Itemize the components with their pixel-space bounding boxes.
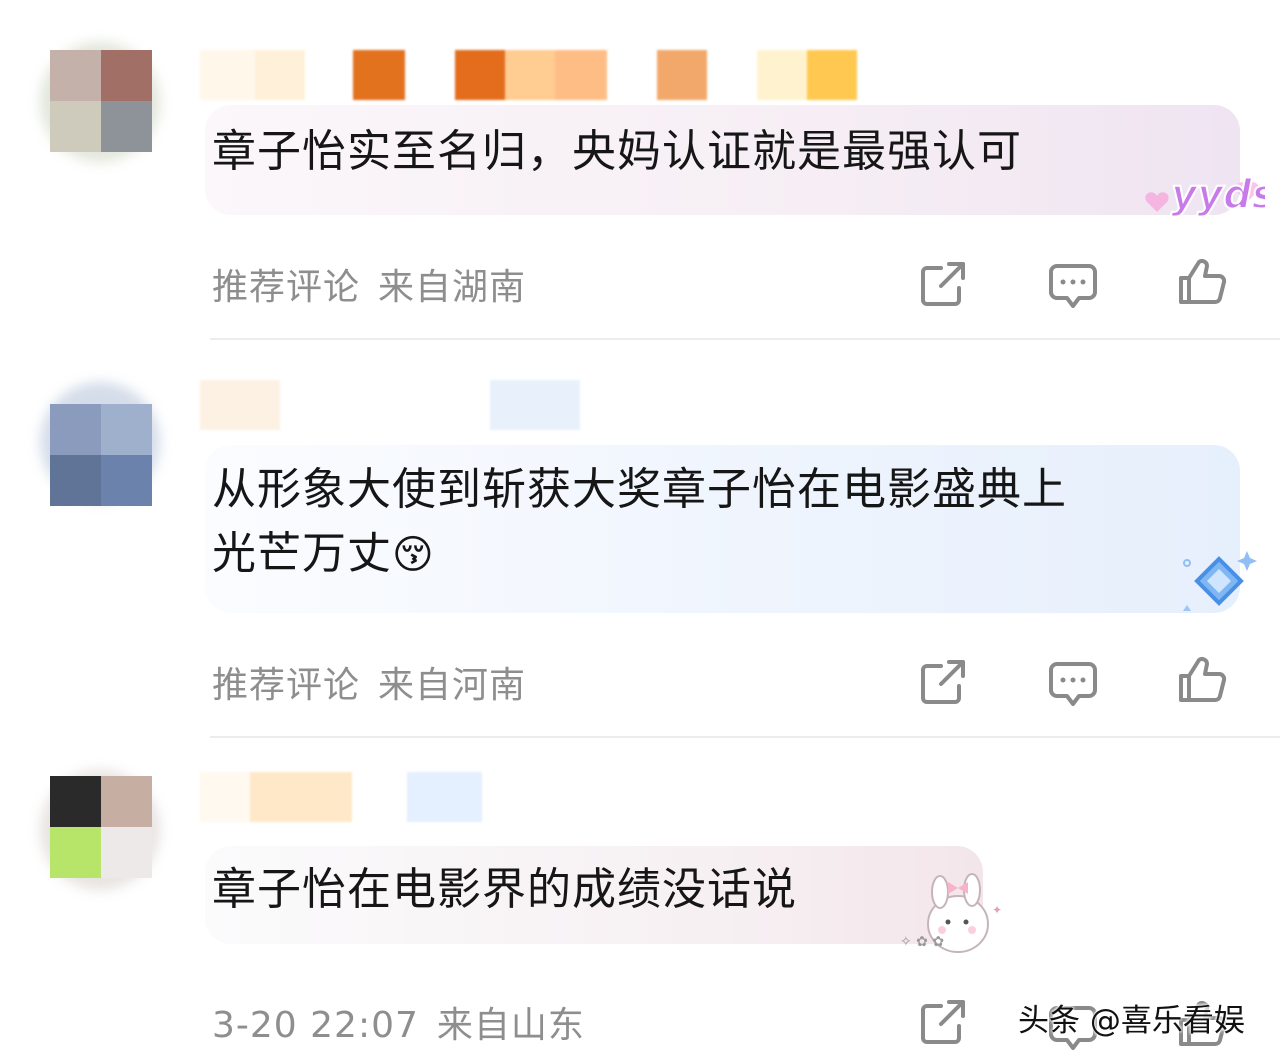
bunny-sticker: ✧ ✿ ✿ ✦ [900,866,1010,958]
location-text: 来自湖南 [378,267,527,308]
share-icon[interactable] [915,256,971,312]
svg-text:✧ ✿ ✿: ✧ ✿ ✿ [900,934,944,950]
username-blurred[interactable] [200,772,482,822]
avatar[interactable] [50,404,152,506]
blushing-emoji: 😚 [392,532,435,578]
location-text: 来自河南 [378,665,527,706]
diamond-icon [1175,545,1265,625]
comment-text: 章子怡在电影界的成绩没话说 [212,864,797,915]
watermark: 头条 @喜乐看娱 [1018,1003,1245,1039]
yyds-badge: yyds [1125,150,1277,230]
comment-icon[interactable] [1045,258,1101,314]
comment-meta: 3-20 22:07 来自山东 [212,996,585,1048]
comment-meta: 推荐评论 来自湖南 [212,258,526,310]
share-icon[interactable] [915,994,971,1050]
recommended-label: 推荐评论 [212,267,361,308]
comment-icon[interactable] [1045,656,1101,712]
comment-text: 章子怡实至名归，央妈认证就是最强认可 [212,126,1022,177]
like-icon[interactable] [1175,254,1231,310]
recommended-label: 推荐评论 [212,665,361,706]
comment-text: 从形象大使到斩获大奖章子怡在电影盛典上 光芒万丈😚 [212,458,1067,587]
like-icon[interactable] [1175,652,1231,708]
comment-meta: 推荐评论 来自河南 [212,656,526,708]
avatar[interactable] [50,776,152,878]
comment-item-2: 从形象大使到斩获大奖章子怡在电影盛典上 光芒万丈😚 推荐评论 来自河南 [0,340,1280,738]
svg-text:✦: ✦ [992,903,1002,917]
avatar[interactable] [50,50,152,152]
comment-item-1: 章子怡实至名归，央妈认证就是最强认可 yyds 推荐评论来自湖南 [0,0,1280,340]
yyds-text: yyds [1171,172,1265,218]
username-blurred[interactable] [200,380,580,430]
username-blurred[interactable] [200,50,857,100]
share-icon[interactable] [915,654,971,710]
comment-text-body: 从形象大使到斩获大奖章子怡在电影盛典上 光芒万丈 [212,464,1067,579]
location-text: 来自山东 [436,1005,585,1046]
timestamp: 3-20 22:07 [212,1005,419,1046]
